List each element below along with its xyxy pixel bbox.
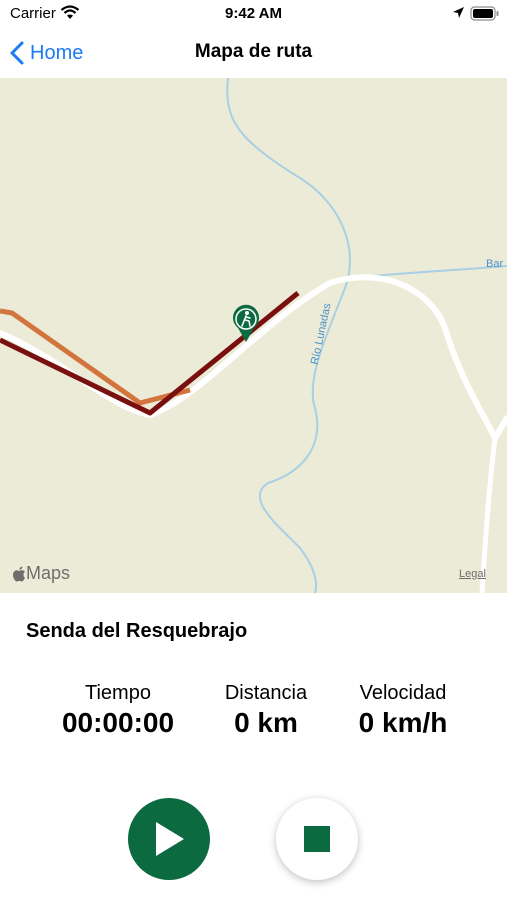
stat-distance: Distancia 0 km (210, 682, 322, 739)
stat-distance-value: 0 km (234, 707, 298, 738)
clock: 9:42 AM (225, 5, 282, 22)
page-title: Mapa de ruta (194, 41, 313, 62)
stat-time-label: Tiempo (85, 682, 151, 704)
road-label: Bar (486, 258, 504, 270)
stat-time-value: 00:00:00 (61, 707, 175, 738)
maps-label: Maps (26, 563, 71, 583)
maps-attribution: Maps (12, 563, 70, 584)
route-map[interactable]: Bar Río Lunadas Maps Legal (0, 78, 507, 593)
stat-speed-value: 0 km/h (358, 707, 448, 738)
route-name: Senda del Resquebrajo (26, 620, 248, 642)
stop-button[interactable] (276, 798, 358, 880)
navigation-bar: Home Mapa de ruta (0, 28, 507, 78)
play-icon (156, 822, 184, 856)
map-canvas (0, 78, 507, 593)
stat-speed: Velocidad 0 km/h (344, 682, 462, 739)
status-bar: Carrier 9:42 AM (0, 0, 507, 28)
battery-icon (470, 6, 500, 26)
stat-distance-label: Distancia (224, 682, 308, 704)
stat-speed-label: Velocidad (359, 682, 447, 704)
stop-icon (304, 826, 330, 852)
location-arrow-icon (452, 6, 465, 24)
play-button[interactable] (128, 798, 210, 880)
legal-link[interactable]: Legal (459, 568, 486, 580)
stat-time: Tiempo 00:00:00 (50, 682, 186, 739)
apple-logo-icon (12, 566, 25, 582)
